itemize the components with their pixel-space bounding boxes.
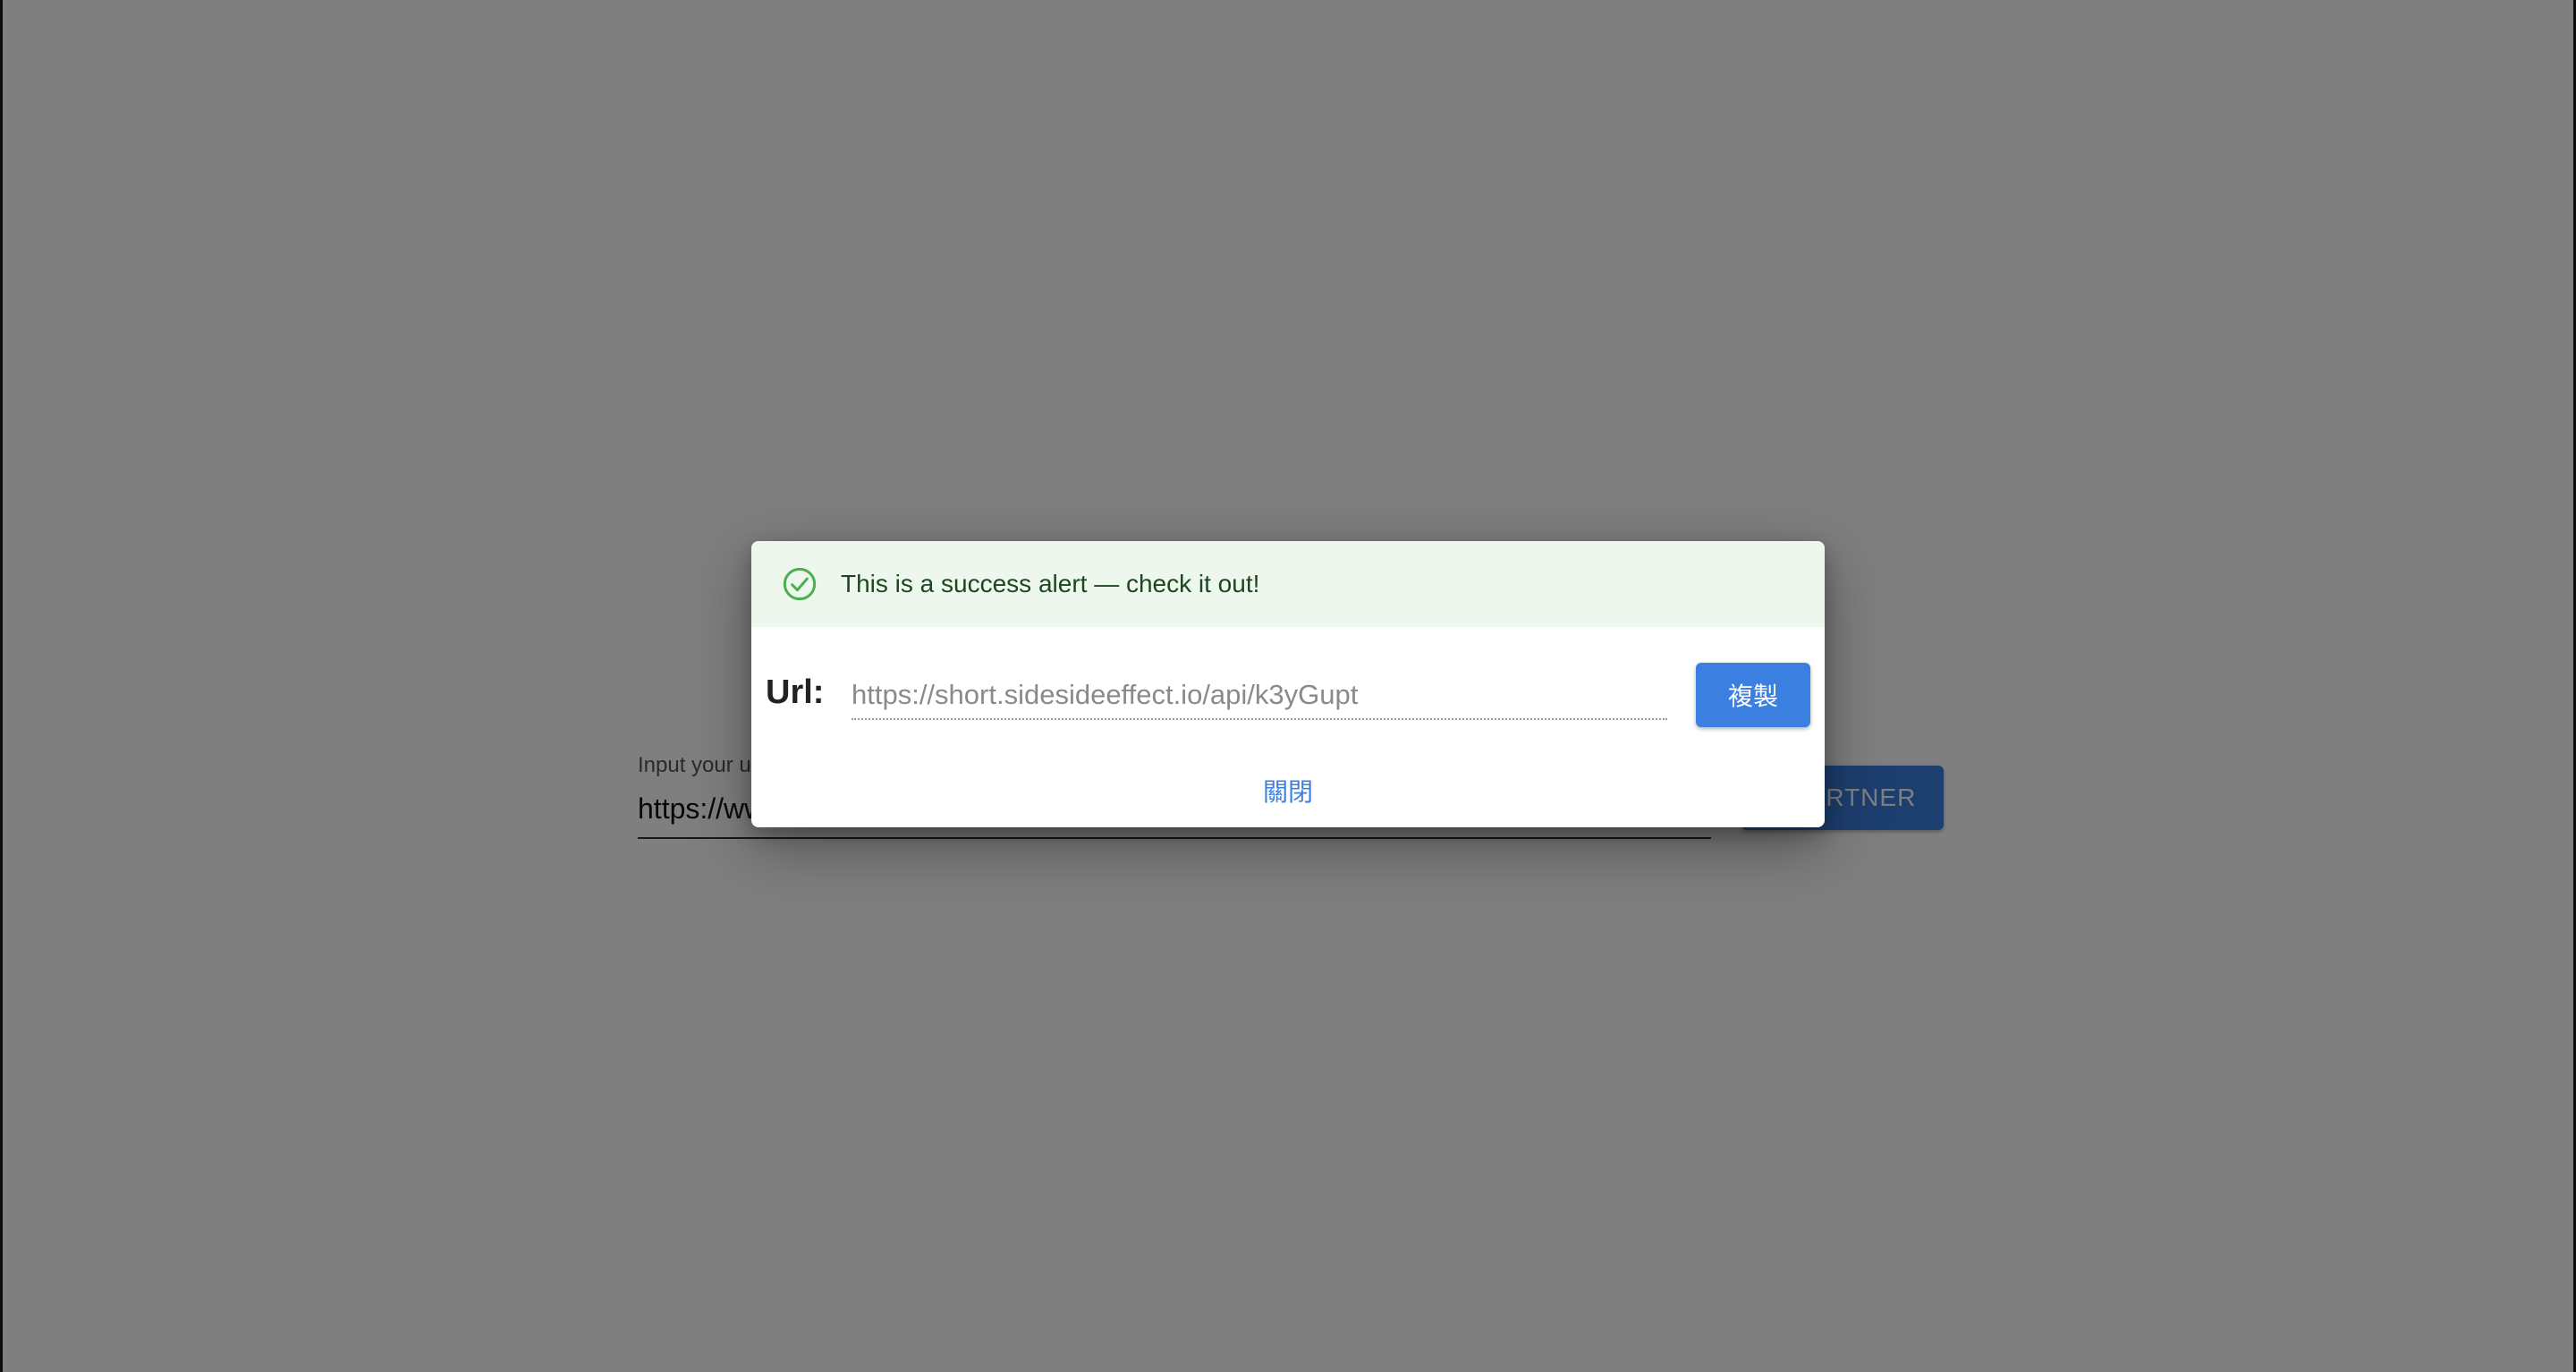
check-circle-icon xyxy=(783,567,817,601)
success-alert-message: This is a success alert — check it out! xyxy=(841,570,1260,597)
success-alert: This is a success alert — check it out! xyxy=(751,541,1825,627)
short-url-input[interactable] xyxy=(852,672,1667,720)
url-label: Url: xyxy=(766,673,825,711)
close-button[interactable]: 關閉 xyxy=(1234,768,1342,813)
short-url-dialog: This is a success alert — check it out! … xyxy=(751,541,1825,827)
copy-button[interactable]: 複製 xyxy=(1696,663,1810,727)
